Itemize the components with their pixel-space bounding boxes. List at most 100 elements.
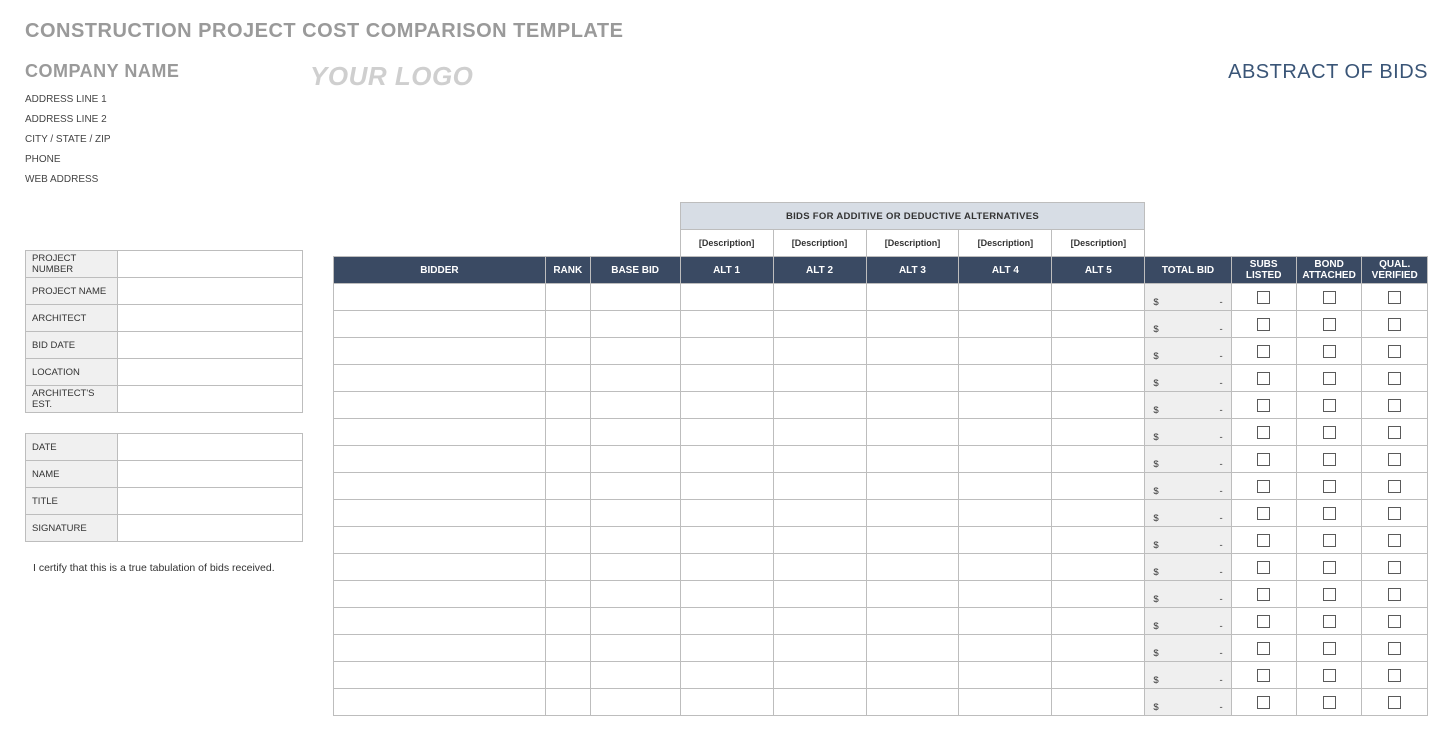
checkbox-icon[interactable] (1388, 588, 1401, 601)
bond-attached-cell[interactable] (1296, 581, 1362, 608)
alt4-cell[interactable] (959, 635, 1052, 662)
qual-verified-cell[interactable] (1362, 473, 1428, 500)
alt4-cell[interactable] (959, 419, 1052, 446)
alt5-cell[interactable] (1052, 527, 1145, 554)
checkbox-icon[interactable] (1388, 453, 1401, 466)
checkbox-icon[interactable] (1388, 507, 1401, 520)
alt4-cell[interactable] (959, 581, 1052, 608)
subs-listed-cell[interactable] (1231, 284, 1296, 311)
rank-cell[interactable] (545, 581, 590, 608)
alt5-cell[interactable] (1052, 284, 1145, 311)
alt1-cell[interactable] (680, 446, 773, 473)
alt5-cell[interactable] (1052, 338, 1145, 365)
qual-verified-cell[interactable] (1362, 608, 1428, 635)
checkbox-icon[interactable] (1323, 696, 1336, 709)
checkbox-icon[interactable] (1257, 669, 1270, 682)
alt3-cell[interactable] (866, 662, 959, 689)
alt2-cell[interactable] (773, 392, 866, 419)
alt5-cell[interactable] (1052, 473, 1145, 500)
alt2-cell[interactable] (773, 500, 866, 527)
alt4-cell[interactable] (959, 689, 1052, 716)
base-bid-cell[interactable] (590, 527, 680, 554)
checkbox-icon[interactable] (1388, 372, 1401, 385)
checkbox-icon[interactable] (1323, 615, 1336, 628)
alt5-cell[interactable] (1052, 581, 1145, 608)
base-bid-cell[interactable] (590, 338, 680, 365)
alt3-cell[interactable] (866, 392, 959, 419)
rank-cell[interactable] (545, 365, 590, 392)
base-bid-cell[interactable] (590, 608, 680, 635)
alt4-cell[interactable] (959, 662, 1052, 689)
bidder-cell[interactable] (334, 635, 546, 662)
checkbox-icon[interactable] (1323, 426, 1336, 439)
alt4-cell[interactable] (959, 365, 1052, 392)
alt2-cell[interactable] (773, 311, 866, 338)
base-bid-cell[interactable] (590, 392, 680, 419)
alt4-cell[interactable] (959, 473, 1052, 500)
checkbox-icon[interactable] (1388, 669, 1401, 682)
base-bid-cell[interactable] (590, 311, 680, 338)
checkbox-icon[interactable] (1323, 480, 1336, 493)
alt1-cell[interactable] (680, 662, 773, 689)
alt1-cell[interactable] (680, 689, 773, 716)
alt5-cell[interactable] (1052, 365, 1145, 392)
subs-listed-cell[interactable] (1231, 338, 1296, 365)
alt4-cell[interactable] (959, 608, 1052, 635)
alt5-cell[interactable] (1052, 311, 1145, 338)
checkbox-icon[interactable] (1257, 345, 1270, 358)
bond-attached-cell[interactable] (1296, 527, 1362, 554)
base-bid-cell[interactable] (590, 554, 680, 581)
bidder-cell[interactable] (334, 311, 546, 338)
architects-est-cell[interactable] (118, 386, 303, 413)
qual-verified-cell[interactable] (1362, 419, 1428, 446)
alt2-cell[interactable] (773, 662, 866, 689)
bidder-cell[interactable] (334, 392, 546, 419)
bidder-cell[interactable] (334, 365, 546, 392)
qual-verified-cell[interactable] (1362, 527, 1428, 554)
base-bid-cell[interactable] (590, 284, 680, 311)
base-bid-cell[interactable] (590, 635, 680, 662)
qual-verified-cell[interactable] (1362, 284, 1428, 311)
checkbox-icon[interactable] (1257, 588, 1270, 601)
alt3-cell[interactable] (866, 338, 959, 365)
alt2-cell[interactable] (773, 581, 866, 608)
alt3-cell[interactable] (866, 554, 959, 581)
base-bid-cell[interactable] (590, 689, 680, 716)
bond-attached-cell[interactable] (1296, 392, 1362, 419)
alt2-cell[interactable] (773, 608, 866, 635)
sig-date-cell[interactable] (118, 434, 303, 461)
alt2-cell[interactable] (773, 527, 866, 554)
qual-verified-cell[interactable] (1362, 635, 1428, 662)
checkbox-icon[interactable] (1323, 318, 1336, 331)
bidder-cell[interactable] (334, 581, 546, 608)
base-bid-cell[interactable] (590, 365, 680, 392)
alt1-cell[interactable] (680, 311, 773, 338)
subs-listed-cell[interactable] (1231, 527, 1296, 554)
base-bid-cell[interactable] (590, 446, 680, 473)
subs-listed-cell[interactable] (1231, 635, 1296, 662)
qual-verified-cell[interactable] (1362, 392, 1428, 419)
rank-cell[interactable] (545, 446, 590, 473)
bidder-cell[interactable] (334, 500, 546, 527)
checkbox-icon[interactable] (1388, 291, 1401, 304)
alt3-cell[interactable] (866, 635, 959, 662)
alt3-cell[interactable] (866, 500, 959, 527)
rank-cell[interactable] (545, 311, 590, 338)
alt1-desc[interactable]: [Description] (680, 230, 773, 257)
checkbox-icon[interactable] (1388, 318, 1401, 331)
checkbox-icon[interactable] (1257, 399, 1270, 412)
base-bid-cell[interactable] (590, 500, 680, 527)
checkbox-icon[interactable] (1257, 318, 1270, 331)
checkbox-icon[interactable] (1257, 426, 1270, 439)
alt2-cell[interactable] (773, 419, 866, 446)
subs-listed-cell[interactable] (1231, 311, 1296, 338)
checkbox-icon[interactable] (1323, 642, 1336, 655)
alt3-cell[interactable] (866, 365, 959, 392)
checkbox-icon[interactable] (1323, 345, 1336, 358)
alt4-cell[interactable] (959, 554, 1052, 581)
bid-date-cell[interactable] (118, 332, 303, 359)
alt1-cell[interactable] (680, 365, 773, 392)
alt2-cell[interactable] (773, 635, 866, 662)
bond-attached-cell[interactable] (1296, 500, 1362, 527)
subs-listed-cell[interactable] (1231, 446, 1296, 473)
